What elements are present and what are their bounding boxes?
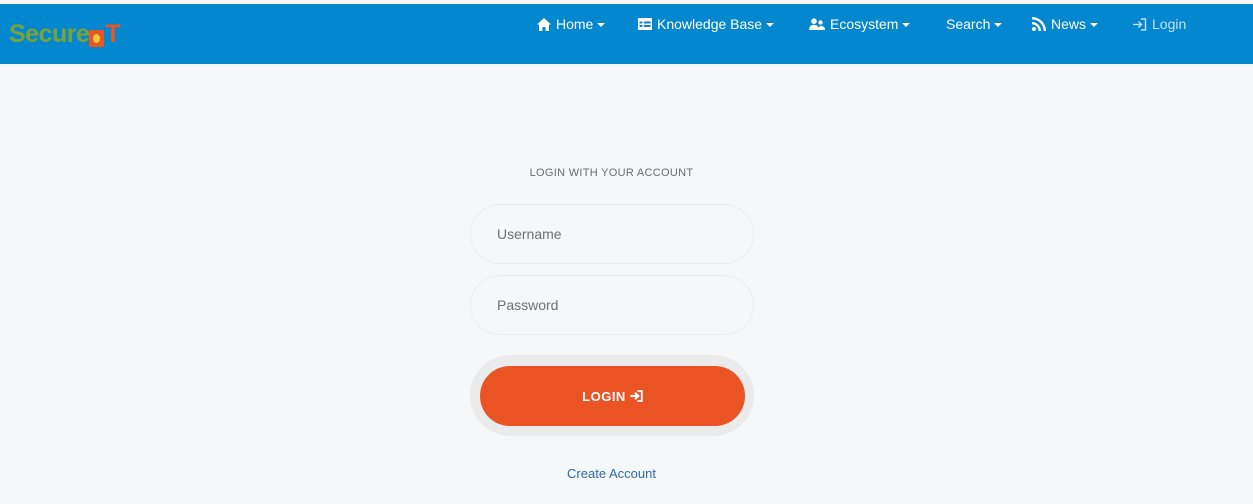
securelot-logo[interactable]: Secure T — [9, 15, 121, 49]
nav-news[interactable]: News — [1032, 4, 1099, 44]
logo-bulb-icon — [89, 30, 105, 47]
nav-search[interactable]: Search — [946, 4, 1003, 44]
rss-icon — [1032, 17, 1046, 31]
nav-search-label: Search — [946, 16, 991, 32]
table-icon — [638, 18, 652, 30]
top-navigation-bar: Secure T Home Knowledge Base Ecosystem S… — [0, 4, 1253, 64]
nav-news-label: News — [1051, 16, 1087, 32]
sign-in-icon — [630, 390, 643, 402]
sign-in-icon — [1132, 17, 1147, 31]
nav-home[interactable]: Home — [537, 4, 606, 44]
logo-text-t: T — [105, 20, 121, 48]
users-icon — [809, 17, 825, 31]
home-icon — [537, 17, 551, 31]
login-heading: LOGIN WITH YOUR ACCOUNT — [529, 167, 694, 179]
logo-text-secure: Secure — [9, 20, 90, 48]
nav-ecosystem-label: Ecosystem — [830, 16, 899, 32]
nav-knowledge-base[interactable]: Knowledge Base — [638, 4, 775, 44]
nav-login[interactable]: Login — [1132, 4, 1186, 44]
nav-login-label: Login — [1152, 16, 1187, 32]
chevron-down-icon — [597, 23, 606, 27]
chevron-down-icon — [902, 23, 911, 27]
chevron-down-icon — [1090, 23, 1099, 27]
username-field[interactable] — [470, 204, 754, 264]
password-field[interactable] — [470, 275, 754, 335]
login-button[interactable]: LOGIN — [480, 366, 745, 426]
nav-ecosystem[interactable]: Ecosystem — [809, 4, 911, 44]
nav-home-label: Home — [556, 16, 594, 32]
create-account-link[interactable]: Create Account — [470, 466, 753, 481]
nav-knowledge-base-label: Knowledge Base — [657, 16, 763, 32]
login-button-label: LOGIN — [582, 388, 626, 404]
chevron-down-icon — [994, 23, 1003, 27]
chevron-down-icon — [766, 23, 775, 27]
